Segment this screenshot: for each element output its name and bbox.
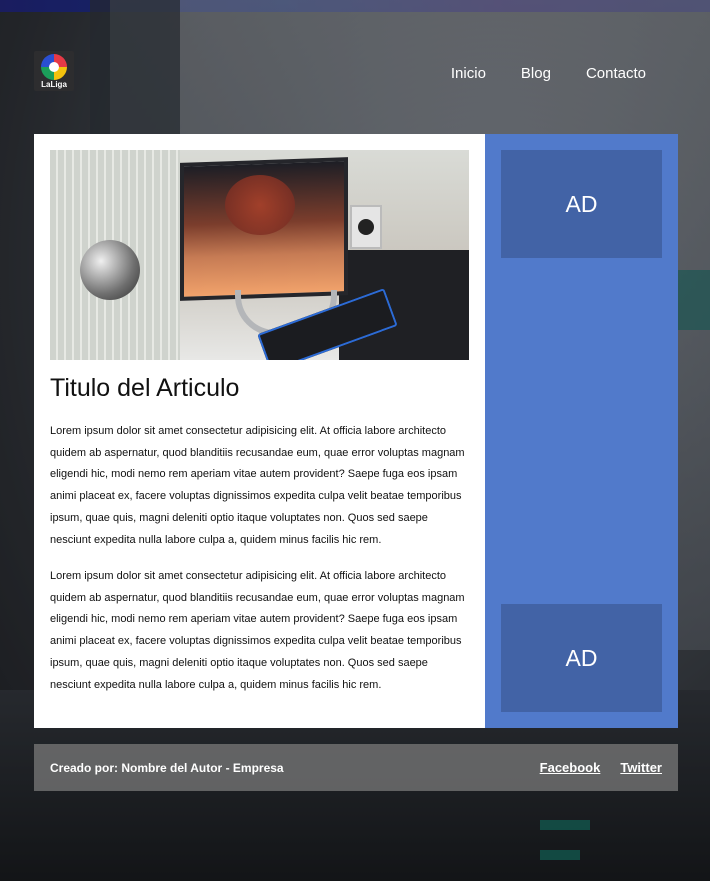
nav-blog[interactable]: Blog (521, 65, 551, 82)
ad-slot-bottom[interactable]: AD (501, 604, 662, 712)
facebook-link[interactable]: Facebook (540, 760, 601, 775)
sidebar: AD AD (485, 134, 678, 728)
logo-ball-icon (41, 54, 67, 80)
article-paragraph: Lorem ipsum dolor sit amet consectetur a… (50, 425, 465, 546)
main-nav: Inicio Blog Contacto (451, 65, 646, 82)
twitter-link[interactable]: Twitter (620, 760, 662, 775)
footer-credit: Creado por: Nombre del Autor - Empresa (50, 760, 284, 775)
article-paragraph: Lorem ipsum dolor sit amet consectetur a… (50, 570, 465, 691)
social-links: Facebook Twitter (540, 760, 662, 775)
nav-contacto[interactable]: Contacto (586, 65, 646, 82)
article-title: Titulo del Articulo (50, 374, 240, 402)
nav-inicio[interactable]: Inicio (451, 65, 486, 82)
laliga-logo[interactable]: LaLiga (34, 51, 74, 91)
article-card: Titulo del Articulo Lorem ipsum dolor si… (34, 134, 485, 728)
site-footer: Creado por: Nombre del Autor - Empresa F… (34, 744, 678, 791)
ad-slot-top[interactable]: AD (501, 150, 662, 258)
logo-text: LaLiga (41, 80, 67, 89)
article-image (50, 150, 469, 360)
